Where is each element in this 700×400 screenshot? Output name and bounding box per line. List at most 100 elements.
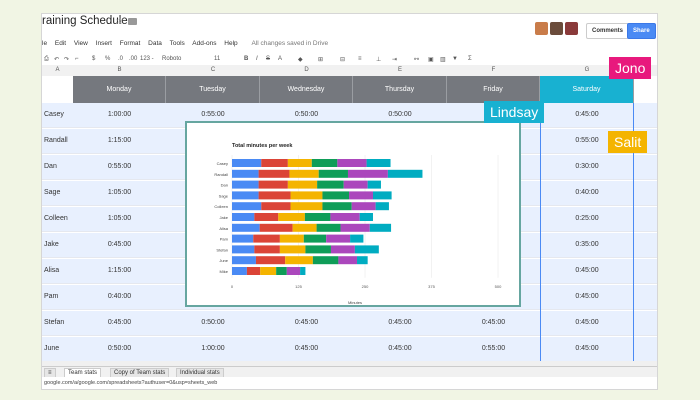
- table-cell[interactable]: 1:15:00: [73, 137, 166, 144]
- bar-segment[interactable]: [312, 256, 339, 265]
- text-wrap-icon[interactable]: ⇥: [392, 56, 397, 63]
- bar-segment[interactable]: [232, 245, 255, 254]
- bar-segment[interactable]: [287, 180, 318, 189]
- decrease-decimal-button[interactable]: .0: [118, 56, 123, 62]
- bar-segment[interactable]: [232, 234, 254, 243]
- paint-format-icon[interactable]: ⌐: [75, 56, 79, 62]
- row-name-cell[interactable]: Randall: [44, 137, 68, 144]
- print-icon[interactable]: ⎙: [44, 56, 49, 63]
- table-cell[interactable]: 0:45:00: [260, 345, 353, 352]
- column-header-b[interactable]: B: [73, 67, 166, 73]
- insert-link-icon[interactable]: ⚯: [414, 56, 419, 63]
- italic-icon[interactable]: I: [256, 56, 258, 62]
- number-format-button[interactable]: 123 -: [140, 56, 154, 62]
- bar-segment[interactable]: [287, 159, 312, 167]
- font-select[interactable]: Roboto: [162, 56, 181, 62]
- insert-comment-icon[interactable]: ▣: [428, 56, 434, 63]
- bar-segment[interactable]: [286, 267, 301, 275]
- table-cell[interactable]: 0:50:00: [353, 111, 447, 118]
- bar-segment[interactable]: [258, 180, 288, 189]
- stacked-bar-chart[interactable]: Total minutes per week 0 125 250 375 500 Casey…: [185, 121, 521, 307]
- bar-segment[interactable]: [300, 267, 306, 275]
- bar-segment[interactable]: [369, 223, 392, 232]
- bar-segment[interactable]: [232, 256, 256, 265]
- avatar[interactable]: [550, 22, 563, 35]
- table-cell[interactable]: 0:50:00: [260, 111, 353, 118]
- menu-view[interactable]: View: [74, 40, 88, 47]
- table-cell[interactable]: 0:45:00: [353, 345, 447, 352]
- table-cell[interactable]: 0:55:00: [447, 345, 540, 352]
- bar-segment[interactable]: [292, 223, 317, 232]
- table-cell[interactable]: 0:55:00: [73, 163, 166, 170]
- menu-data[interactable]: Data: [148, 40, 162, 47]
- row-name-cell[interactable]: Alisa: [44, 267, 59, 274]
- bar-segment[interactable]: [326, 234, 351, 243]
- table-cell[interactable]: 0:50:00: [166, 319, 260, 326]
- bar-segment[interactable]: [232, 223, 260, 232]
- vertical-align-icon[interactable]: ⊥: [376, 56, 381, 63]
- functions-icon[interactable]: Σ: [468, 56, 472, 62]
- table-cell[interactable]: 0:45:00: [353, 319, 447, 326]
- bar-segment[interactable]: [289, 169, 319, 178]
- bar-segment[interactable]: [317, 180, 344, 189]
- bar-segment[interactable]: [261, 202, 291, 211]
- bar-segment[interactable]: [232, 180, 259, 189]
- comments-button[interactable]: Comments: [586, 23, 630, 39]
- redo-icon[interactable]: ↷: [64, 56, 69, 63]
- table-cell[interactable]: 0:55:00: [166, 111, 260, 118]
- bar-segment[interactable]: [258, 169, 290, 178]
- day-cell-tuesday[interactable]: Tuesday: [166, 76, 260, 103]
- table-cell[interactable]: 0:45:00: [260, 319, 353, 326]
- row-name-cell[interactable]: Casey: [44, 111, 64, 118]
- menu-addons[interactable]: Add-ons: [192, 40, 216, 47]
- bar-segment[interactable]: [285, 256, 313, 265]
- column-header-c[interactable]: C: [166, 67, 260, 73]
- bar-segment[interactable]: [330, 213, 360, 221]
- row-name-cell[interactable]: Jake: [44, 241, 59, 248]
- bar-segment[interactable]: [259, 223, 293, 232]
- menu-help[interactable]: Help: [224, 40, 237, 47]
- row-name-cell[interactable]: Pam: [44, 293, 58, 300]
- bar-segment[interactable]: [322, 191, 350, 200]
- column-header-f[interactable]: F: [447, 67, 540, 73]
- undo-icon[interactable]: ↶: [54, 56, 59, 63]
- bar-segment[interactable]: [304, 213, 331, 221]
- avatar[interactable]: [535, 22, 548, 35]
- bar-segment[interactable]: [337, 159, 367, 167]
- bar-segment[interactable]: [232, 159, 262, 167]
- bar-segment[interactable]: [258, 191, 291, 200]
- menu-file[interactable]: le: [42, 40, 47, 47]
- folder-icon[interactable]: [128, 18, 137, 25]
- strikethrough-icon[interactable]: S: [266, 56, 270, 62]
- table-cell[interactable]: 1:15:00: [73, 267, 166, 274]
- table-cell[interactable]: 0:45:00: [73, 319, 166, 326]
- increase-decimal-button[interactable]: .00: [129, 56, 137, 62]
- bar-segment[interactable]: [232, 191, 259, 200]
- filter-icon[interactable]: ▼: [452, 56, 458, 62]
- bar-segment[interactable]: [375, 202, 389, 211]
- bar-segment[interactable]: [246, 267, 261, 275]
- menu-tools[interactable]: Tools: [170, 40, 185, 47]
- row-name-cell[interactable]: Dan: [44, 163, 57, 170]
- text-color-icon[interactable]: A: [278, 56, 282, 62]
- bar-segment[interactable]: [254, 213, 279, 221]
- bar-segment[interactable]: [311, 159, 338, 167]
- bar-segment[interactable]: [354, 245, 379, 254]
- bar-segment[interactable]: [330, 245, 355, 254]
- bar-segment[interactable]: [276, 267, 287, 275]
- day-cell-saturday[interactable]: Saturday: [540, 76, 634, 103]
- menu-edit[interactable]: Edit: [55, 40, 66, 47]
- row-name-cell[interactable]: Sage: [44, 189, 60, 196]
- row-name-cell[interactable]: Stefan: [44, 319, 64, 326]
- bar-segment[interactable]: [387, 169, 423, 178]
- bar-segment[interactable]: [232, 267, 247, 275]
- bar-segment[interactable]: [338, 256, 358, 265]
- day-cell-friday[interactable]: Friday: [447, 76, 540, 103]
- bar-segment[interactable]: [290, 191, 323, 200]
- bar-segment[interactable]: [279, 245, 306, 254]
- avatar[interactable]: [565, 22, 578, 35]
- insert-chart-icon[interactable]: ▥: [440, 56, 446, 63]
- menu-format[interactable]: Format: [120, 40, 141, 47]
- table-cell[interactable]: 1:05:00: [73, 189, 166, 196]
- percent-button[interactable]: %: [105, 56, 110, 62]
